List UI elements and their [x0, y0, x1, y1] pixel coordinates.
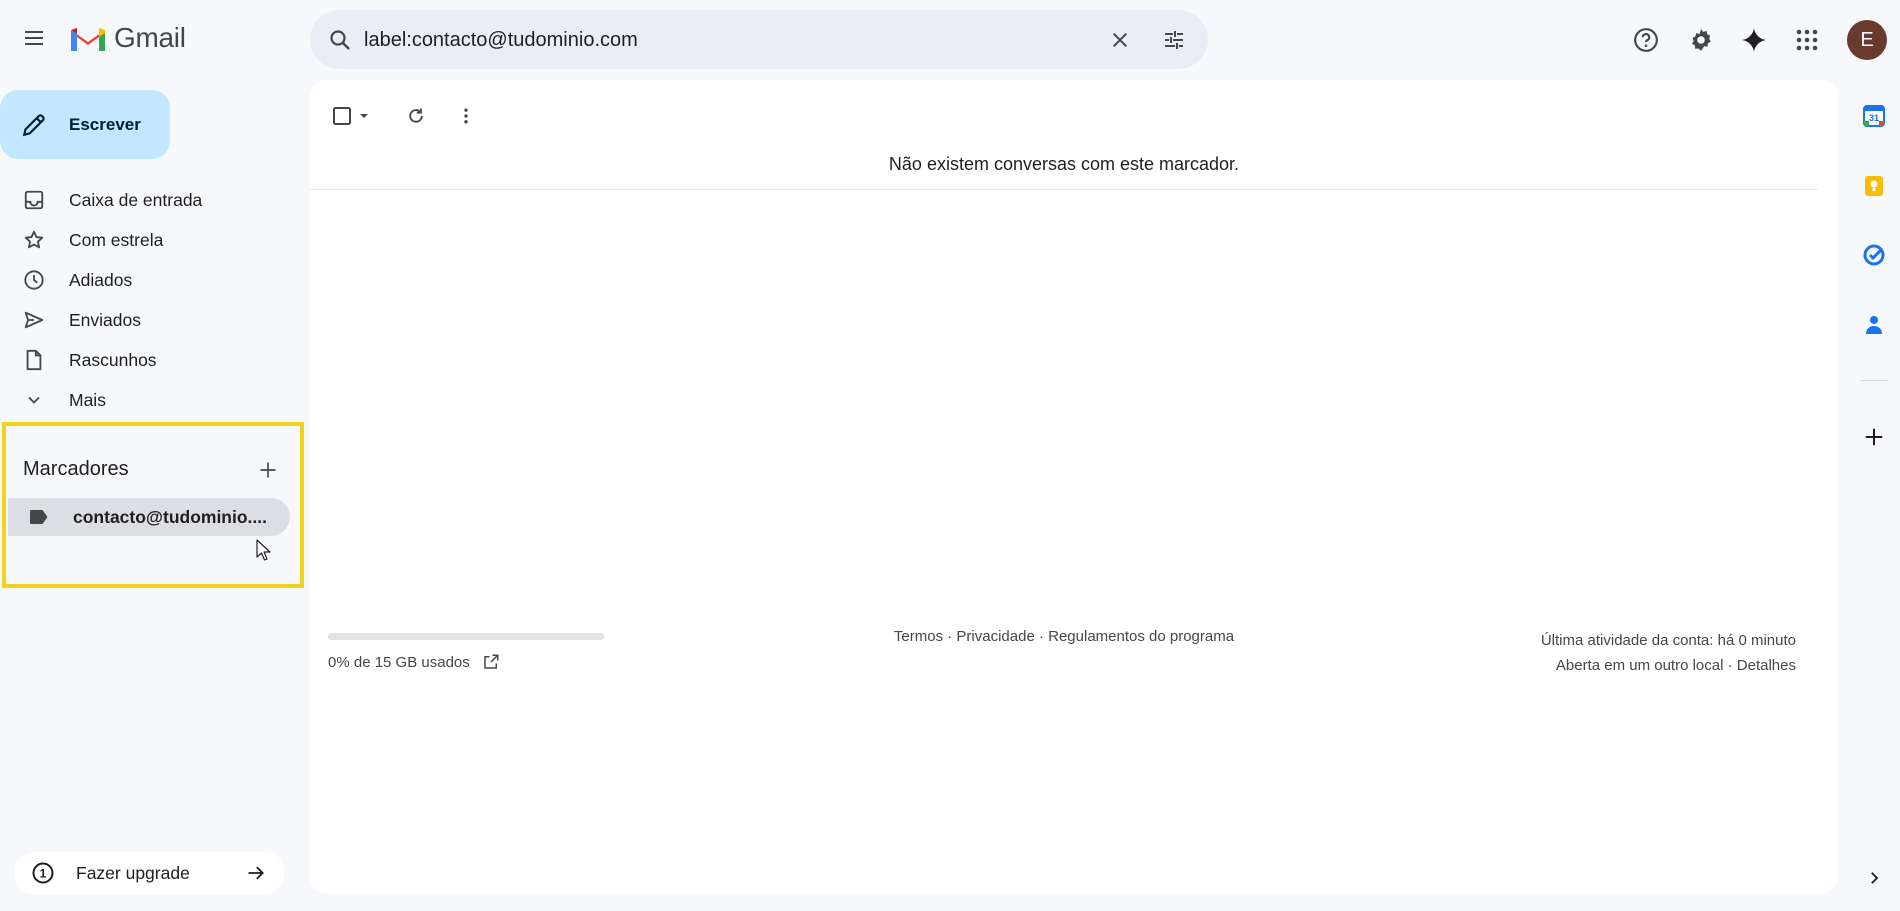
sidebar-item-label: Caixa de entrada	[69, 189, 203, 210]
chevron-right-icon	[1871, 872, 1879, 884]
upgrade-badge-number: 1	[40, 867, 47, 881]
gear-icon	[1692, 29, 1711, 51]
storage-info: 0% de 15 GB usados	[328, 653, 500, 671]
menu-icon	[25, 31, 43, 45]
tune-icon	[1165, 31, 1183, 49]
open-in-new-icon	[484, 654, 499, 669]
settings-button[interactable]	[1681, 20, 1721, 60]
upgrade-label: Fazer upgrade	[76, 863, 190, 883]
search-bar	[310, 10, 1208, 69]
draft-icon	[22, 348, 46, 372]
sidebar-item-drafts[interactable]: Rascunhos	[0, 340, 300, 380]
top-header: Gmail label:contacto@tudominio.com E	[0, 0, 1900, 80]
search-button[interactable]	[324, 24, 356, 56]
sidebar-item-label: Adiados	[69, 269, 133, 290]
sidebar-item-label: Mais	[69, 389, 106, 410]
gemini-button[interactable]	[1734, 20, 1774, 60]
add-icon	[1865, 428, 1883, 446]
gmail-logo[interactable]: Gmail	[68, 22, 186, 54]
caret-down-icon	[360, 114, 368, 118]
keep-app-button[interactable]	[1860, 172, 1888, 200]
search-input[interactable]	[364, 24, 1084, 56]
sidebar-item-label: Com estrela	[69, 229, 164, 250]
show-side-panel-button[interactable]	[1860, 864, 1888, 892]
storage-text: 0% de 15 GB usados	[328, 653, 470, 671]
upgrade-button[interactable]: 1 Fazer upgrade	[14, 852, 284, 894]
pencil-icon	[20, 111, 48, 139]
sidebar-item-snoozed[interactable]: Adiados	[0, 260, 300, 300]
sidebar-item-more[interactable]: Mais	[0, 380, 300, 420]
clock-icon	[22, 268, 46, 292]
calendar-day: 31	[1869, 113, 1879, 123]
upgrade-badge-icon: 1	[32, 862, 54, 884]
arrow-right-icon	[244, 861, 268, 885]
star-icon	[22, 228, 46, 252]
search-options-button[interactable]	[1158, 24, 1190, 56]
labels-section: Marcadores contacto@tudominio....	[2, 422, 304, 588]
calendar-icon: 31	[1863, 105, 1885, 127]
main-menu-button[interactable]	[14, 18, 54, 58]
checkbox-icon	[333, 107, 351, 125]
labels-title: Marcadores	[23, 458, 129, 480]
gmail-m-icon	[71, 28, 105, 51]
refresh-button[interactable]	[396, 96, 436, 136]
sidebar-item-label: Rascunhos	[69, 349, 157, 370]
get-addons-button[interactable]	[1860, 423, 1888, 451]
more-options-button[interactable]	[446, 96, 486, 136]
app-name: Gmail	[114, 22, 186, 53]
close-icon	[1112, 32, 1128, 48]
keep-icon	[1865, 176, 1883, 196]
avatar-initial: E	[1860, 28, 1874, 51]
create-label-button[interactable]	[254, 456, 282, 484]
label-item-text: contacto@tudominio....	[73, 507, 267, 527]
sidebar-item-inbox[interactable]: Caixa de entrada	[0, 180, 300, 220]
apps-button[interactable]	[1787, 20, 1827, 60]
tasks-icon	[1863, 244, 1885, 266]
apps-icon	[1796, 29, 1818, 51]
compose-label: Escrever	[69, 114, 141, 134]
tasks-app-button[interactable]	[1860, 241, 1888, 269]
clear-search-button[interactable]	[1104, 24, 1136, 56]
select-all-checkbox[interactable]	[326, 96, 376, 136]
activity-details-link[interactable]: Aberta em um outro local · Detalhes	[1541, 653, 1796, 678]
chevron-down-icon	[22, 388, 46, 412]
activity-line-1: Última atividade da conta: há 0 minuto	[1540, 632, 1796, 649]
help-icon	[1634, 28, 1658, 52]
inbox-icon	[22, 188, 46, 212]
send-icon	[22, 308, 46, 332]
calendar-app-button[interactable]: 31	[1860, 102, 1888, 130]
refresh-icon	[409, 108, 423, 123]
mouse-cursor-icon	[256, 539, 271, 561]
label-item-contacto[interactable]: contacto@tudominio....	[8, 498, 290, 536]
main-panel: Não existem conversas com este marcador.…	[310, 80, 1838, 893]
more-vert-icon	[464, 108, 468, 124]
sidebar-item-sent[interactable]: Enviados	[0, 300, 300, 340]
list-divider	[310, 189, 1818, 190]
sparkle-icon	[1742, 28, 1766, 52]
empty-state-message: Não existem conversas com este marcador.	[888, 154, 1240, 174]
contacts-icon	[1866, 316, 1882, 334]
help-button[interactable]	[1626, 20, 1666, 60]
add-icon	[260, 462, 276, 478]
contacts-app-button[interactable]	[1860, 311, 1888, 339]
compose-button[interactable]: Escrever	[0, 90, 170, 159]
sidebar-item-starred[interactable]: Com estrela	[0, 220, 300, 260]
account-avatar[interactable]: E	[1847, 20, 1887, 60]
sidebar-nav: Caixa de entrada Com estrela Adiados Env…	[0, 180, 300, 420]
account-activity: Última atividade da conta: há 0 minuto A…	[1541, 628, 1796, 678]
open-storage-link[interactable]	[482, 653, 500, 671]
label-icon	[28, 507, 50, 527]
sidebar-item-label: Enviados	[69, 309, 141, 330]
list-toolbar	[326, 96, 726, 136]
side-panel-divider	[1860, 380, 1888, 381]
search-icon	[330, 30, 350, 50]
